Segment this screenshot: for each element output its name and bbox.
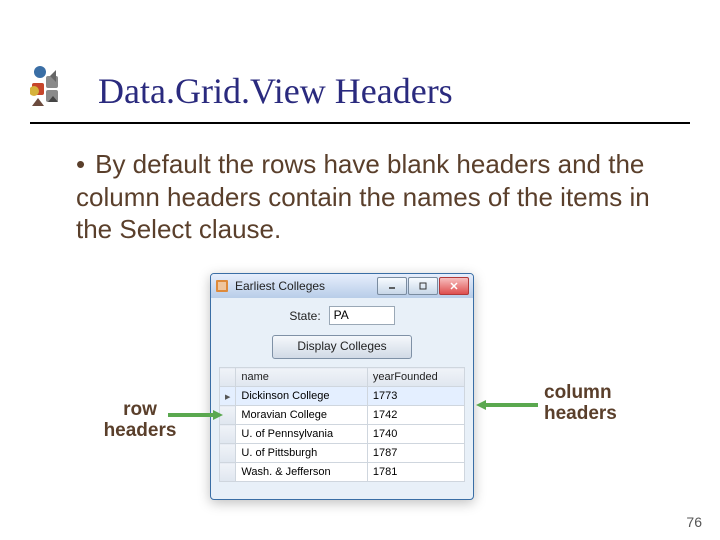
minimize-icon [388, 282, 396, 290]
grid-cell-name[interactable]: U. of Pennsylvania [236, 425, 368, 444]
grid-row-header[interactable] [220, 387, 236, 406]
grid-row-header[interactable] [220, 444, 236, 463]
grid-row-header[interactable] [220, 463, 236, 482]
grid-row[interactable]: U. of Pennsylvania 1740 [220, 425, 465, 444]
grid-cell-year[interactable]: 1787 [367, 444, 464, 463]
grid-cell-name[interactable]: Dickinson College [236, 387, 368, 406]
window-titlebar: Earliest Colleges [211, 274, 473, 298]
minimize-button[interactable] [377, 277, 407, 295]
bullet-paragraph: •By default the rows have blank headers … [76, 148, 676, 246]
display-colleges-button[interactable]: Display Colleges [272, 335, 412, 359]
grid-cell-name[interactable]: Moravian College [236, 406, 368, 425]
title-underline [30, 122, 690, 124]
bullet-dot: • [76, 148, 85, 181]
annotation-column-headers: column headers [544, 383, 617, 425]
annotation-row-l2: headers [104, 420, 177, 441]
grid-cell-year[interactable]: 1740 [367, 425, 464, 444]
grid-cell-name[interactable]: U. of Pittsburgh [236, 444, 368, 463]
grid-col-header-name[interactable]: name [236, 368, 368, 387]
grid-cell-year[interactable]: 1742 [367, 406, 464, 425]
grid-cell-year[interactable]: 1773 [367, 387, 464, 406]
grid-row[interactable]: Wash. & Jefferson 1781 [220, 463, 465, 482]
grid-col-header-year[interactable]: yearFounded [367, 368, 464, 387]
annotation-row-l1: row [123, 399, 157, 420]
state-row: State: PA [219, 306, 465, 325]
grid-cell-year[interactable]: 1781 [367, 463, 464, 482]
arrow-column-headers [476, 400, 538, 410]
grid-row-header[interactable] [220, 425, 236, 444]
app-icon [215, 279, 229, 293]
grid-row[interactable]: U. of Pittsburgh 1787 [220, 444, 465, 463]
app-window: Earliest Colleges State: PA Display Coll… [210, 273, 474, 500]
logo-icon [30, 58, 80, 108]
annotation-row-headers: row headers [100, 400, 180, 442]
close-icon [450, 282, 458, 290]
grid-cell-name[interactable]: Wash. & Jefferson [236, 463, 368, 482]
window-title: Earliest Colleges [235, 279, 376, 293]
page-number: 76 [686, 514, 702, 530]
annotation-col-l2: headers [544, 403, 617, 424]
grid-corner-header [220, 368, 236, 387]
slide: Data.Grid.View Headers •By default the r… [0, 0, 720, 540]
window-client-area: State: PA Display Colleges name yearFoun… [211, 298, 473, 490]
grid-row[interactable]: Dickinson College 1773 [220, 387, 465, 406]
slide-logo [30, 58, 80, 108]
grid-row[interactable]: Moravian College 1742 [220, 406, 465, 425]
state-label: State: [289, 309, 320, 323]
window-controls [376, 277, 469, 295]
annotation-col-l1: column [544, 382, 612, 403]
maximize-button[interactable] [408, 277, 438, 295]
maximize-icon [419, 282, 427, 290]
bullet-text: By default the rows have blank headers a… [76, 149, 650, 244]
state-input[interactable]: PA [329, 306, 395, 325]
close-button[interactable] [439, 277, 469, 295]
slide-title: Data.Grid.View Headers [98, 70, 453, 112]
data-grid[interactable]: name yearFounded Dickinson College 1773 … [219, 367, 465, 482]
